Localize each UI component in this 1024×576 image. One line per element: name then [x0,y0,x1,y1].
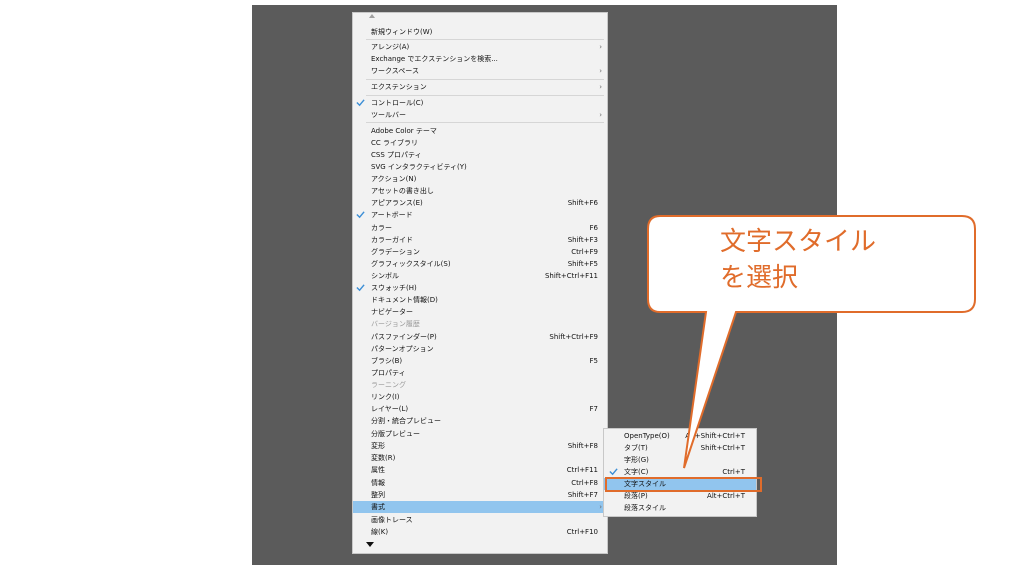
callout-line-1: 文字スタイル [720,227,877,257]
callout-line-2: を選択 [720,263,799,293]
callout-text: 文字スタイル を選択 [720,224,876,296]
